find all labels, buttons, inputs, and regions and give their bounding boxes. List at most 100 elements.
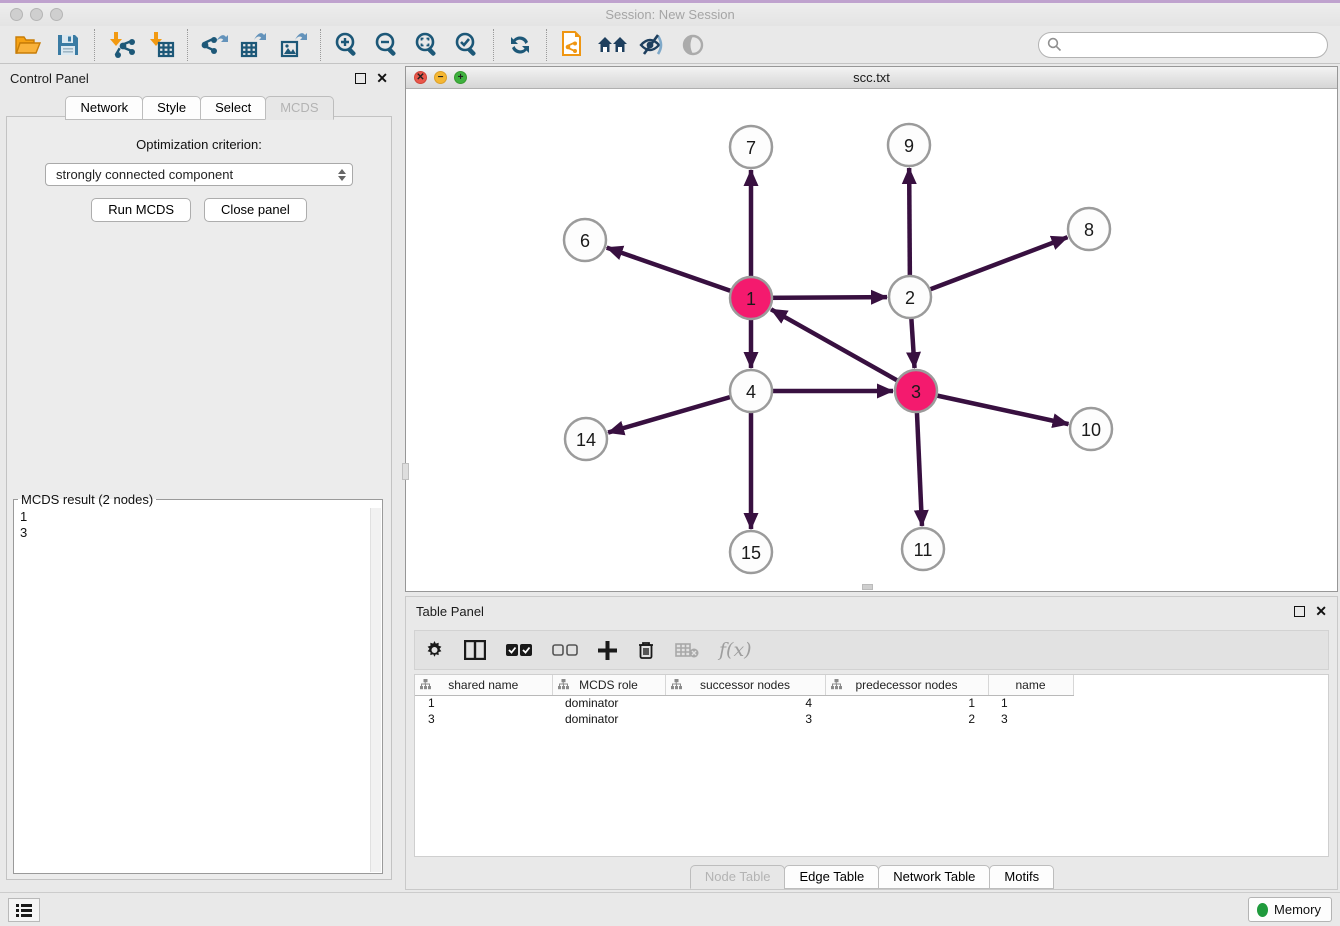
- table-cell[interactable]: 4: [665, 695, 825, 711]
- float-table-panel-icon[interactable]: [1294, 606, 1305, 617]
- tab-motifs[interactable]: Motifs: [989, 865, 1054, 889]
- graph-node[interactable]: 4: [730, 370, 772, 412]
- column-header-name[interactable]: name: [988, 675, 1073, 695]
- graph-edge[interactable]: [607, 248, 751, 298]
- clone-network-icon[interactable]: [553, 28, 593, 62]
- zoom-out-icon[interactable]: [367, 28, 407, 62]
- zoom-fit-icon[interactable]: [407, 28, 447, 62]
- table-cell[interactable]: dominator: [552, 711, 665, 727]
- tab-node-table[interactable]: Node Table: [690, 865, 786, 889]
- svg-text:3: 3: [911, 382, 921, 402]
- network-scroll-thumb[interactable]: [862, 584, 873, 590]
- table-cell[interactable]: 1: [415, 695, 552, 711]
- graph-edge[interactable]: [771, 309, 916, 391]
- close-window-button[interactable]: [10, 8, 23, 21]
- run-mcds-button[interactable]: Run MCDS: [91, 198, 191, 222]
- table-row[interactable]: 1dominator411: [415, 695, 1073, 711]
- deselect-all-icon[interactable]: [552, 644, 578, 657]
- graph-node[interactable]: 7: [730, 126, 772, 168]
- mcds-result-text[interactable]: 1 3: [20, 509, 368, 871]
- result-scrollbar[interactable]: [370, 508, 381, 872]
- table-cell[interactable]: dominator: [552, 695, 665, 711]
- column-header-successor-nodes[interactable]: successor nodes: [665, 675, 825, 695]
- network-canvas[interactable]: 7 9 6 8 1 2 4 3 14 10 15 11: [406, 89, 1337, 591]
- refresh-icon[interactable]: [500, 28, 540, 62]
- column-header-predecessor-nodes[interactable]: predecessor nodes: [825, 675, 988, 695]
- table-cell[interactable]: 1: [988, 695, 1073, 711]
- split-columns-icon[interactable]: [464, 640, 486, 660]
- mcds-result-title: MCDS result (2 nodes): [18, 492, 156, 507]
- svg-text:14: 14: [576, 430, 596, 450]
- optimization-criterion-label: Optimization criterion:: [7, 137, 391, 152]
- add-column-icon[interactable]: [598, 641, 617, 660]
- graph-edge[interactable]: [916, 391, 1069, 424]
- tab-edge-table[interactable]: Edge Table: [784, 865, 879, 889]
- save-session-icon[interactable]: [48, 28, 88, 62]
- graph-edge[interactable]: [910, 237, 1067, 297]
- close-panel-button[interactable]: Close panel: [204, 198, 307, 222]
- table-toolbar: f(x): [414, 630, 1329, 670]
- select-all-icon[interactable]: [506, 644, 532, 657]
- table-header-row: shared name MCDS role successor nodes pr…: [415, 675, 1073, 695]
- table-cell[interactable]: 3: [988, 711, 1073, 727]
- table-cell[interactable]: 2: [825, 711, 988, 727]
- column-header-mcds-role[interactable]: MCDS role: [552, 675, 665, 695]
- zoom-in-icon[interactable]: [327, 28, 367, 62]
- import-network-icon[interactable]: [101, 28, 141, 62]
- graph-node[interactable]: 1: [730, 277, 772, 319]
- first-neighbors-icon[interactable]: [593, 28, 633, 62]
- graph-node[interactable]: 3: [895, 370, 937, 412]
- delete-table-icon: [675, 642, 699, 658]
- delete-column-icon[interactable]: [637, 640, 655, 660]
- hide-graphics-details-icon[interactable]: [633, 28, 673, 62]
- close-table-panel-icon[interactable]: ✕: [1315, 604, 1327, 618]
- minimize-window-button[interactable]: [30, 8, 43, 21]
- network-view-window: scc.txt ✕ − + 7 9 6 8 1 2 4 3 14 10 15 11: [405, 66, 1338, 592]
- network-window-title: scc.txt: [406, 70, 1337, 85]
- graph-node[interactable]: 8: [1068, 208, 1110, 250]
- graph-node[interactable]: 15: [730, 531, 772, 573]
- task-history-button[interactable]: [8, 898, 40, 922]
- maximize-window-button[interactable]: [50, 8, 63, 21]
- dropdown-stepper-icon: [338, 169, 346, 181]
- graph-node[interactable]: 11: [902, 528, 944, 570]
- tab-network-table[interactable]: Network Table: [878, 865, 990, 889]
- close-panel-icon[interactable]: ✕: [376, 71, 388, 85]
- table-panel-title: Table Panel: [416, 604, 1294, 619]
- table-cell[interactable]: 1: [825, 695, 988, 711]
- graph-node[interactable]: 10: [1070, 408, 1112, 450]
- graph-node[interactable]: 6: [564, 219, 606, 261]
- graph-edges[interactable]: [607, 168, 1069, 529]
- tab-network[interactable]: Network: [65, 96, 143, 120]
- network-window-titlebar[interactable]: scc.txt ✕ − +: [406, 67, 1337, 89]
- export-image-icon[interactable]: [274, 28, 314, 62]
- open-session-icon[interactable]: [8, 28, 48, 62]
- export-table-icon[interactable]: [234, 28, 274, 62]
- export-network-icon[interactable]: [194, 28, 234, 62]
- column-header-shared-name[interactable]: shared name: [415, 675, 552, 695]
- table-cell[interactable]: 3: [665, 711, 825, 727]
- memory-button[interactable]: Memory: [1248, 897, 1332, 922]
- zoom-selected-icon[interactable]: [447, 28, 487, 62]
- search-input[interactable]: [1067, 37, 1319, 52]
- graph-edge[interactable]: [608, 391, 751, 433]
- criterion-dropdown[interactable]: strongly connected component: [45, 163, 353, 186]
- mcds-result-box: MCDS result (2 nodes) 1 3: [13, 492, 383, 874]
- table-row[interactable]: 3dominator323: [415, 711, 1073, 727]
- node-table-body: 1dominator4113dominator323: [415, 695, 1073, 727]
- tab-mcds[interactable]: MCDS: [265, 96, 333, 120]
- graph-node[interactable]: 14: [565, 418, 607, 460]
- gear-icon[interactable]: [425, 641, 444, 660]
- tab-select[interactable]: Select: [200, 96, 266, 120]
- import-table-icon[interactable]: [141, 28, 181, 62]
- graph-node[interactable]: 9: [888, 124, 930, 166]
- search-field[interactable]: [1038, 32, 1328, 58]
- titlebar: Session: New Session: [0, 3, 1340, 26]
- float-panel-icon[interactable]: [355, 73, 366, 84]
- graph-node[interactable]: 2: [889, 276, 931, 318]
- svg-text:10: 10: [1081, 420, 1101, 440]
- table-cell[interactable]: 3: [415, 711, 552, 727]
- svg-text:8: 8: [1084, 220, 1094, 240]
- tab-style[interactable]: Style: [142, 96, 201, 120]
- splitter-grip[interactable]: [402, 463, 409, 480]
